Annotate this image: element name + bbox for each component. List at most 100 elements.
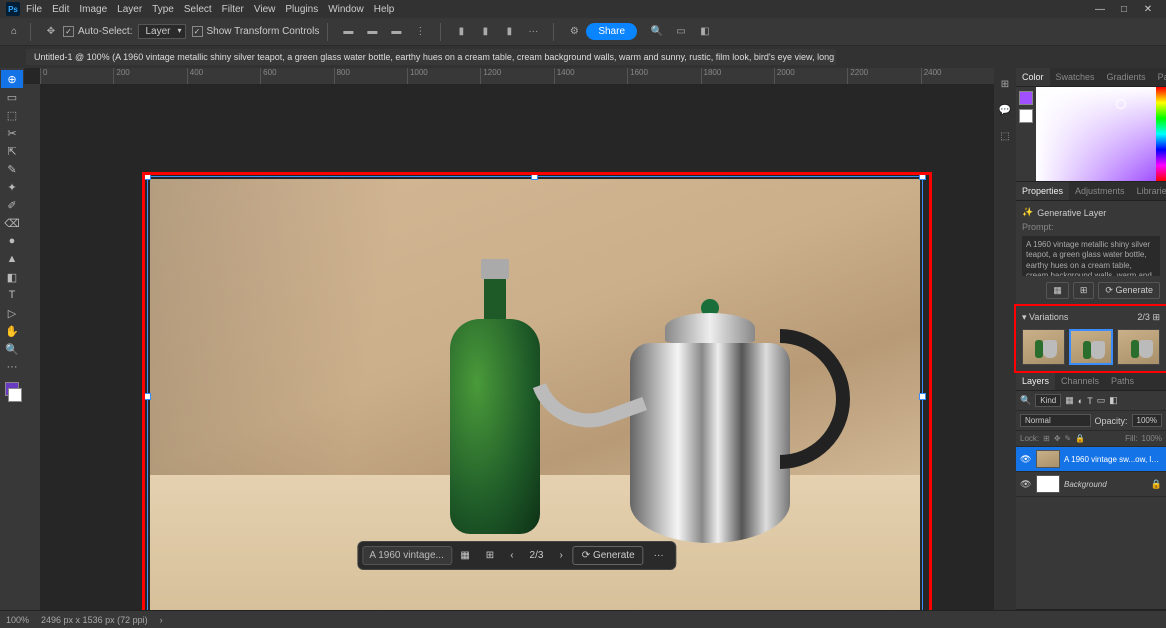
vertical-ruler[interactable] bbox=[24, 84, 40, 610]
lasso-tool[interactable]: ⬚ bbox=[1, 106, 23, 124]
filter-kind-dropdown[interactable]: Kind bbox=[1035, 394, 1061, 407]
marquee-tool[interactable]: ▭ bbox=[1, 88, 23, 106]
color-fg-swatch[interactable] bbox=[1019, 91, 1033, 105]
layer-thumbnail[interactable] bbox=[1036, 450, 1060, 468]
transform-handle-nw[interactable] bbox=[144, 173, 151, 180]
generate-button[interactable]: ⟳ Generate bbox=[573, 546, 644, 565]
path-tool[interactable]: ▷ bbox=[1, 304, 23, 322]
lock-all-icon[interactable]: ⊞ bbox=[1043, 434, 1050, 443]
align-right-icon[interactable]: ▬ bbox=[388, 24, 404, 40]
eraser-tool[interactable]: ⌫ bbox=[1, 214, 23, 232]
gradient-tool[interactable]: ● bbox=[1, 232, 23, 250]
window-minimize-button[interactable]: — bbox=[1088, 4, 1112, 15]
fill-input[interactable]: 100% bbox=[1142, 434, 1162, 443]
brush-tool[interactable]: ✐ bbox=[1, 196, 23, 214]
more-align-icon[interactable]: ··· bbox=[525, 24, 541, 40]
home-button[interactable]: ⌂ bbox=[6, 24, 22, 40]
arrange-icon[interactable]: ◧ bbox=[697, 24, 713, 40]
lock-pos-icon[interactable]: ✥ bbox=[1054, 434, 1061, 443]
transform-handle-n[interactable] bbox=[531, 173, 538, 180]
menu-filter[interactable]: Filter bbox=[222, 4, 244, 15]
tab-swatches[interactable]: Swatches bbox=[1050, 68, 1101, 86]
move-tool-icon[interactable]: ✥ bbox=[43, 24, 59, 40]
align-top-icon[interactable]: ▮ bbox=[453, 24, 469, 40]
lock-pixel-icon[interactable]: ✎ bbox=[1065, 434, 1072, 443]
prev-variation-button[interactable]: ‹ bbox=[504, 547, 519, 564]
menu-help[interactable]: Help bbox=[374, 4, 395, 15]
background-color-swatch[interactable] bbox=[8, 388, 22, 402]
search-icon[interactable]: 🔍 bbox=[649, 24, 665, 40]
taskbar-more-icon[interactable]: ··· bbox=[648, 547, 670, 564]
status-arrow-icon[interactable]: › bbox=[160, 615, 163, 625]
filter-adjust-icon[interactable]: ◐ bbox=[1078, 396, 1083, 406]
crop-tool[interactable]: ✂ bbox=[1, 124, 23, 142]
edit-toolbar-icon[interactable]: ··· bbox=[1, 358, 23, 376]
variation-thumb-1[interactable] bbox=[1022, 329, 1065, 365]
healing-tool[interactable]: ✦ bbox=[1, 178, 23, 196]
auto-select-checkbox[interactable] bbox=[63, 26, 74, 37]
tab-properties[interactable]: Properties bbox=[1016, 182, 1069, 200]
layer-thumbnail[interactable] bbox=[1036, 475, 1060, 493]
tab-color[interactable]: Color bbox=[1016, 68, 1050, 86]
document-tab[interactable]: Untitled-1 @ 100% (A 1960 vintage metall… bbox=[26, 49, 836, 65]
menu-file[interactable]: File bbox=[26, 4, 42, 15]
hand-tool[interactable]: ✋ bbox=[1, 322, 23, 340]
menu-window[interactable]: Window bbox=[328, 4, 364, 15]
variation-thumb-3[interactable] bbox=[1117, 329, 1160, 365]
dock-icon-1[interactable]: ⊞ bbox=[997, 76, 1013, 92]
layer-name[interactable]: Background bbox=[1064, 480, 1147, 489]
tab-paths[interactable]: Paths bbox=[1105, 372, 1140, 390]
variations-title[interactable]: ▾ Variations bbox=[1022, 312, 1068, 323]
eyedropper-tool[interactable]: ✎ bbox=[1, 160, 23, 178]
type-tool[interactable]: T bbox=[1, 286, 23, 304]
transform-handle-w[interactable] bbox=[144, 393, 151, 400]
align-center-icon[interactable]: ▬ bbox=[364, 24, 380, 40]
dock-icon-2[interactable]: 💬 bbox=[997, 102, 1013, 118]
doc-info[interactable]: 2496 px x 1536 px (72 ppi) bbox=[41, 615, 148, 625]
frame-tool[interactable]: ⇱ bbox=[1, 142, 23, 160]
menu-image[interactable]: Image bbox=[79, 4, 107, 15]
transform-handle-e[interactable] bbox=[919, 393, 926, 400]
transform-handle-ne[interactable] bbox=[919, 173, 926, 180]
tab-patterns[interactable]: Patterns bbox=[1152, 68, 1166, 86]
gallery-icon[interactable]: ▦ bbox=[454, 547, 475, 564]
tab-adjustments[interactable]: Adjustments bbox=[1069, 182, 1131, 200]
opacity-input[interactable]: 100% bbox=[1132, 414, 1162, 427]
window-close-button[interactable]: ✕ bbox=[1136, 4, 1160, 15]
layer-lock-icon[interactable]: 🔒 bbox=[1151, 479, 1162, 490]
prompt-text[interactable]: A 1960 vintage metallic shiny silver tea… bbox=[1022, 236, 1160, 276]
3d-mode-icon[interactable]: ⚙ bbox=[566, 24, 582, 40]
horizontal-ruler[interactable]: 0 200 400 600 800 1000 1200 1400 1600 18… bbox=[40, 68, 994, 84]
pen-tool[interactable]: ▲ bbox=[1, 250, 23, 268]
thumbnails-icon[interactable]: ⊞ bbox=[480, 547, 500, 564]
filter-shape-icon[interactable]: ▭ bbox=[1097, 395, 1106, 406]
tab-layers[interactable]: Layers bbox=[1016, 372, 1055, 390]
menu-type[interactable]: Type bbox=[152, 4, 174, 15]
prop-icon-1[interactable]: ▦ bbox=[1046, 282, 1069, 299]
next-variation-button[interactable]: › bbox=[553, 547, 568, 564]
zoom-tool[interactable]: 🔍 bbox=[1, 340, 23, 358]
tab-libraries[interactable]: Libraries bbox=[1131, 182, 1166, 200]
align-middle-icon[interactable]: ▮ bbox=[477, 24, 493, 40]
blend-mode-dropdown[interactable]: Normal bbox=[1020, 414, 1091, 427]
dock-icon-3[interactable]: ⬚ bbox=[997, 128, 1013, 144]
tab-gradients[interactable]: Gradients bbox=[1101, 68, 1152, 86]
layer-row-background[interactable]: 👁 Background 🔒 bbox=[1016, 472, 1166, 497]
variation-thumb-2[interactable] bbox=[1069, 329, 1114, 365]
variations-grid-icon[interactable]: ⊞ bbox=[1152, 312, 1160, 322]
prop-icon-2[interactable]: ⊞ bbox=[1073, 282, 1095, 299]
layer-visibility-icon[interactable]: 👁 bbox=[1020, 479, 1032, 490]
workspace-icon[interactable]: ▭ bbox=[673, 24, 689, 40]
menu-edit[interactable]: Edit bbox=[52, 4, 69, 15]
layer-row-generative[interactable]: 👁 A 1960 vintage sw...ow, long shadows bbox=[1016, 447, 1166, 472]
menu-view[interactable]: View bbox=[254, 4, 276, 15]
auto-select-mode-dropdown[interactable]: Layer bbox=[138, 24, 185, 39]
zoom-level[interactable]: 100% bbox=[6, 615, 29, 625]
color-bg-swatch[interactable] bbox=[1019, 109, 1033, 123]
filter-smart-icon[interactable]: ◧ bbox=[1109, 395, 1118, 406]
layer-visibility-icon[interactable]: 👁 bbox=[1020, 454, 1032, 465]
properties-generate-button[interactable]: ⟳ Generate bbox=[1098, 282, 1160, 299]
distribute-icon[interactable]: ⋮ bbox=[412, 24, 428, 40]
tab-channels[interactable]: Channels bbox=[1055, 372, 1105, 390]
move-tool[interactable]: ⊕ bbox=[1, 70, 23, 88]
